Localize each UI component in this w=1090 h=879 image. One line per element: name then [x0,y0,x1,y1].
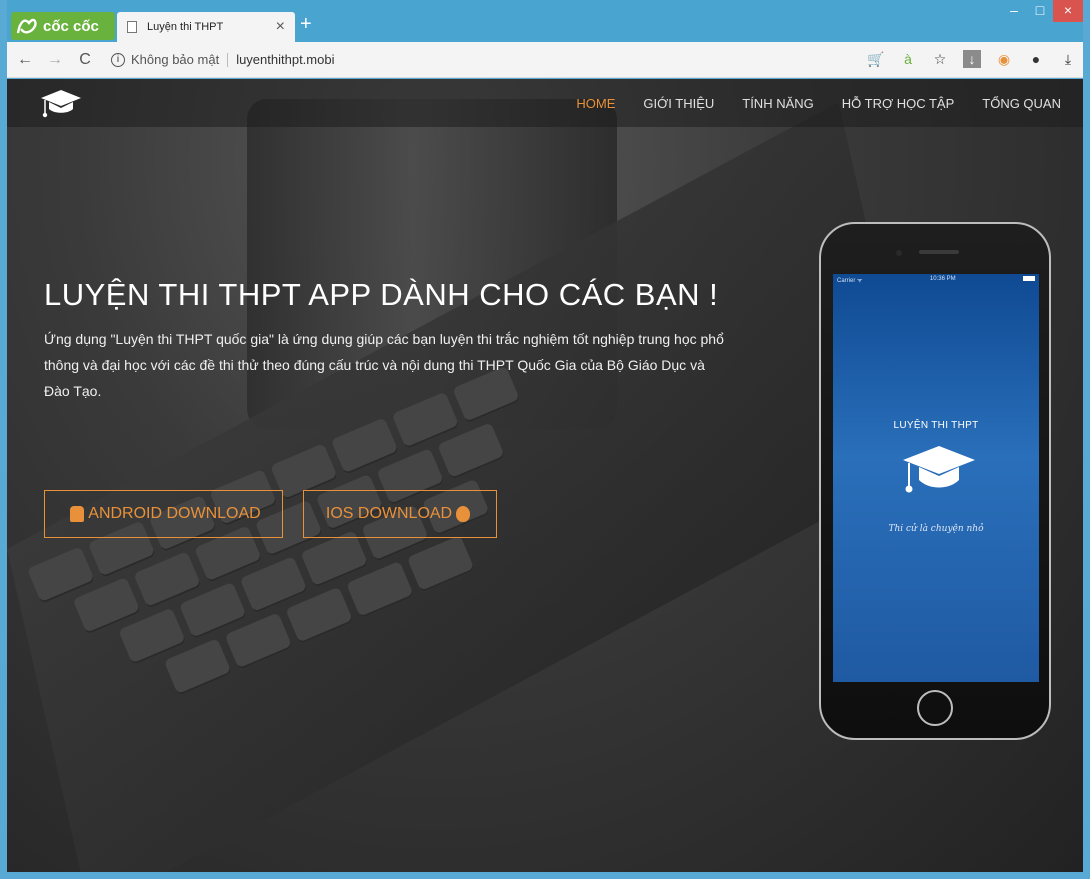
ios-download-button[interactable]: IOS DOWNLOAD [303,490,497,538]
account-icon[interactable]: ● [1027,50,1045,68]
phone-camera [896,250,902,256]
status-time: 10:36 PM [929,276,956,282]
coccoc-logo[interactable]: cốc cốc [11,12,115,40]
nav-gioi-thieu[interactable]: GIỚI THIỆU [643,96,714,111]
toolbar-icons: 🛒 à ☆ ↓ ◉ ● ⤓ [867,50,1077,68]
translate-icon[interactable]: à [899,50,917,68]
nav-home[interactable]: HOME [576,96,615,111]
web-page: HOME GIỚI THIỆU TÍNH NĂNG HỖ TRỢ HỌC TẬP… [7,79,1083,872]
phone-speaker [919,250,959,254]
window-maximize-button[interactable]: □ [1027,0,1053,22]
forward-icon[interactable]: → [43,51,67,69]
phone-status-bar: Carrier ᯤ 10:36 PM [833,274,1039,286]
download-icon[interactable]: ↓ [963,50,981,68]
phone-mockup: Carrier ᯤ 10:36 PM LUYỆN THI THPT Thi cử… [819,222,1051,740]
site-navbar: HOME GIỚI THIỆU TÍNH NĂNG HỖ TRỢ HỌC TẬP… [7,79,1083,127]
phone-screen: Carrier ᯤ 10:36 PM LUYỆN THI THPT Thi cử… [833,274,1039,682]
url-field[interactable]: i Không bảo mật luyenthithpt.mobi [111,48,334,72]
tab-close-icon[interactable]: × [276,18,285,36]
brand-name: cốc cốc [43,17,99,35]
graduation-cap-icon[interactable] [39,87,83,119]
nav-ho-tro-hoc-tap[interactable]: HỖ TRỢ HỌC TẬP [842,96,955,111]
reload-icon[interactable]: C [73,51,97,69]
new-tab-button[interactable]: + [300,14,312,34]
downloads-icon[interactable]: ⤓ [1059,50,1077,68]
nav-tinh-nang[interactable]: TÍNH NĂNG [742,96,814,111]
info-icon[interactable]: i [111,52,125,67]
phone-home-button [917,690,953,726]
window-close-button[interactable]: × [1053,0,1083,22]
ios-download-label: IOS DOWNLOAD [325,505,453,522]
coccoc-logo-icon [16,18,37,34]
url-text[interactable]: luyenthithpt.mobi [236,52,334,67]
app-tagline: Thi cử là chuyện nhỏ [888,524,984,534]
window-minimize-button[interactable]: – [1001,0,1027,22]
star-icon[interactable]: ☆ [931,50,949,68]
tab-luyen-thi[interactable]: Luyện thi THPT × [117,12,295,42]
url-divider [227,52,229,67]
hero-description: Ứng dụng "Luyện thi THPT quốc gia" là ứn… [44,331,724,399]
apple-icon [456,506,471,522]
site-menu: HOME GIỚI THIỆU TÍNH NĂNG HỖ TRỢ HỌC TẬP… [576,79,1061,127]
page-icon [127,21,137,33]
back-icon[interactable]: ← [13,51,37,69]
address-bar: ← → C i Không bảo mật luyenthithpt.mobi … [7,42,1083,78]
android-download-label: ANDROID DOWNLOAD [88,505,261,522]
nav-tong-quan[interactable]: TỔNG QUAN [982,96,1061,111]
battery-icon [1022,276,1035,281]
app-graduation-cap-icon [903,446,975,493]
cart-icon[interactable]: 🛒 [867,50,885,68]
hero-headline: LUYỆN THI THPT APP DÀNH CHO CÁC BẠN ! [44,277,719,312]
carrier-label: Carrier ᯤ [837,278,863,284]
tab-title: Luyện thi THPT [147,21,224,33]
android-download-button[interactable]: ANDROID DOWNLOAD [44,490,283,538]
security-label: Không bảo mật [131,52,220,67]
android-icon [70,506,85,522]
app-title: LUYỆN THI THPT [893,420,979,431]
browser-window: cốc cốc Luyện thi THPT × + – □ × ← → C i… [0,0,1090,879]
extension-icon[interactable]: ◉ [995,50,1013,68]
tab-bar: cốc cốc Luyện thi THPT × + – □ × [7,0,1083,42]
page-scrollbar[interactable] [1075,79,1083,872]
